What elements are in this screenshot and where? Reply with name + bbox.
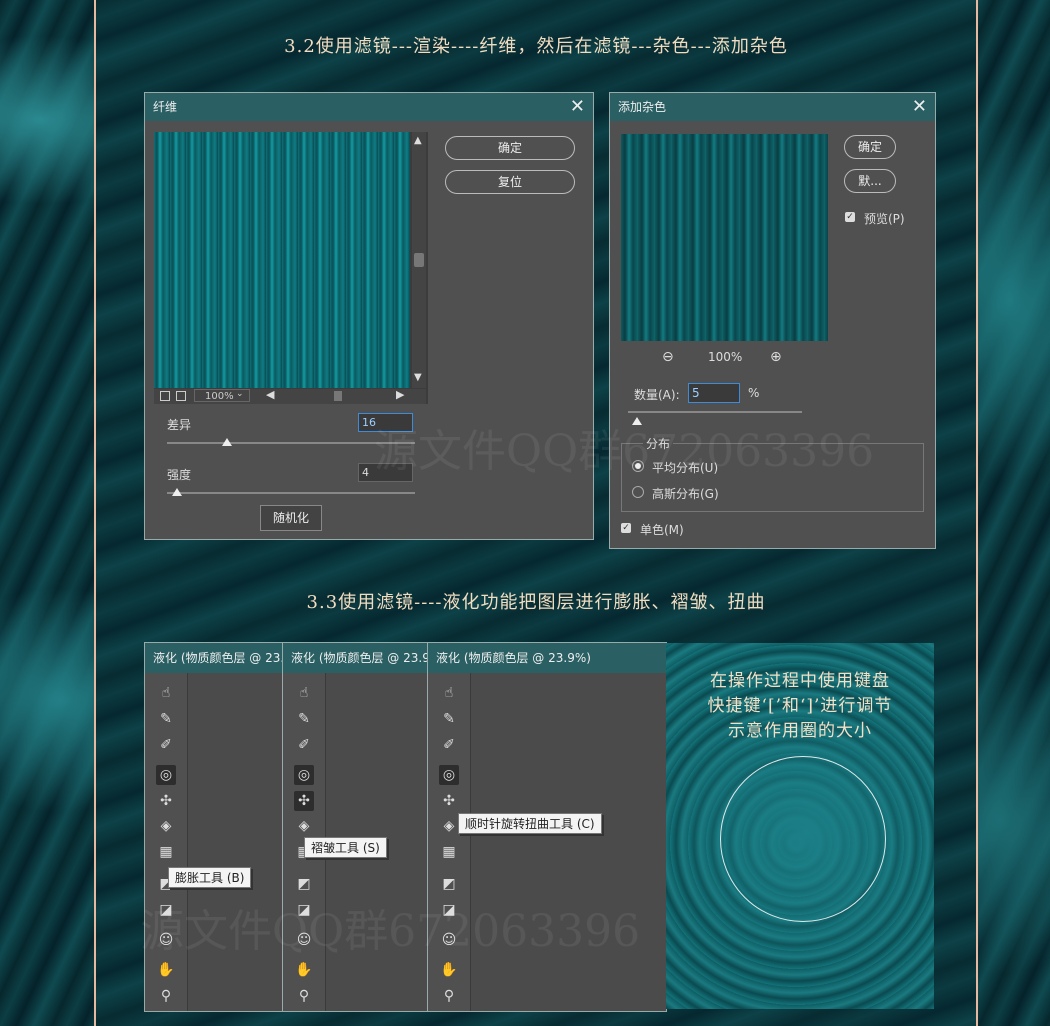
reconstruct-icon[interactable]: ✎: [439, 709, 459, 729]
percent-label: %: [748, 386, 760, 400]
chevron-down-icon[interactable]: ⌄: [236, 389, 244, 399]
hand-icon[interactable]: ✋: [439, 960, 459, 980]
close-icon[interactable]: ✕: [912, 93, 927, 121]
fiber-preview-image: [154, 132, 410, 388]
forward-warp-icon[interactable]: ☝: [439, 683, 459, 703]
variance-label: 差异: [167, 418, 192, 432]
bloat-icon[interactable]: ◈: [156, 816, 176, 836]
ok-button[interactable]: 确定: [844, 135, 896, 159]
pucker-icon[interactable]: ✣: [156, 791, 176, 811]
hand-icon[interactable]: ✋: [156, 960, 176, 980]
brush-size-note: 在操作过程中使用键盘 快捷键‘[’和‘]’进行调节 示意作用圈的大小: [666, 669, 934, 744]
note-line-1: 在操作过程中使用键盘: [710, 671, 890, 691]
default-button[interactable]: 默...: [844, 169, 896, 193]
reset-button[interactable]: 复位: [445, 170, 575, 194]
preview-vertical-scrollbar[interactable]: ▲ ▼: [412, 132, 426, 388]
noise-zoom-level: 100%: [708, 350, 743, 364]
liquify-title-1: 液化 (物质颜色层 @ 23.: [145, 643, 282, 673]
bloat-tool-tooltip: 膨胀工具 (B): [168, 867, 252, 888]
pucker-icon[interactable]: ✣: [294, 791, 314, 811]
horizontal-scroll-thumb[interactable]: [334, 391, 342, 401]
twirl-icon[interactable]: ◎: [294, 765, 314, 785]
brush-size-note-panel: 在操作过程中使用键盘 快捷键‘[’和‘]’进行调节 示意作用圈的大小: [666, 643, 934, 1009]
fiber-dialog-title: 纤维: [153, 100, 178, 114]
liquify-canvas-3[interactable]: [471, 673, 666, 1011]
amount-field[interactable]: 5: [688, 383, 740, 403]
randomize-button[interactable]: 随机化: [260, 505, 322, 531]
close-icon[interactable]: ✕: [570, 93, 585, 121]
amount-slider[interactable]: [628, 411, 802, 413]
scroll-left-icon[interactable]: ◀: [266, 388, 274, 401]
monochromatic-checkbox[interactable]: ✓: [621, 523, 631, 533]
bloat-icon[interactable]: ◈: [294, 816, 314, 836]
twirl-icon[interactable]: ◎: [156, 765, 176, 785]
section-heading-liquify: 3.3使用滤镜----液化功能把图层进行膨胀、褶皱、扭曲: [306, 592, 766, 613]
ok-button[interactable]: 确定: [445, 136, 575, 160]
strength-slider-thumb[interactable]: [172, 488, 182, 496]
monochromatic-label: 单色(M): [640, 523, 684, 537]
fit-icon[interactable]: [160, 391, 170, 401]
forward-warp-icon[interactable]: ☝: [156, 683, 176, 703]
smooth-icon[interactable]: ✐: [156, 735, 176, 755]
push-left-icon[interactable]: ▦: [156, 842, 176, 862]
preview-bottom-bar: 100% ⌄ ◀ ▶: [154, 388, 426, 404]
pucker-tool-tooltip: 褶皱工具 (S): [304, 837, 387, 858]
strength-slider[interactable]: [167, 492, 415, 494]
watermark-2: 源文件QQ群672063396: [140, 906, 641, 957]
reconstruct-icon[interactable]: ✎: [294, 709, 314, 729]
add-noise-dialog: 添加杂色 ✕ ⊖ 100% ⊕ 确定 默... ✓ 预览(P) 数量(A): 5…: [609, 92, 936, 549]
hand-icon[interactable]: ✋: [294, 960, 314, 980]
add-noise-titlebar: 添加杂色 ✕: [610, 93, 935, 121]
variance-slider-thumb[interactable]: [222, 438, 232, 446]
freeze-mask-icon[interactable]: ◩: [294, 874, 314, 894]
liquify-toolbar-1: ☝ ✎ ✐ ◎ ✣ ◈ ▦ ◩ ◪ ☺ ✋ ⚲: [145, 673, 188, 1011]
zoom-icon[interactable]: ⚲: [294, 986, 314, 1006]
scroll-right-icon[interactable]: ▶: [396, 388, 404, 401]
noise-preview-image: [621, 134, 828, 341]
push-left-icon[interactable]: ▦: [439, 842, 459, 862]
freeze-mask-icon[interactable]: ◩: [439, 874, 459, 894]
scroll-thumb[interactable]: [414, 253, 424, 267]
zoom-icon[interactable]: ⚲: [156, 986, 176, 1006]
pucker-icon[interactable]: ✣: [439, 791, 459, 811]
zoom-in-icon[interactable]: ⊕: [770, 349, 782, 365]
scroll-up-icon[interactable]: ▲: [414, 135, 422, 146]
gaussian-radio[interactable]: [632, 486, 644, 498]
watermark-1: 源文件QQ群672063396: [374, 426, 875, 477]
liquify-toolbar-3: ☝ ✎ ✐ ◎ ✣ ◈ ▦ ◩ ◪ ☺ ✋ ⚲: [428, 673, 471, 1011]
note-line-3: 示意作用圈的大小: [728, 721, 872, 741]
note-line-2: 快捷键‘[’和‘]’进行调节: [707, 696, 893, 716]
add-noise-title: 添加杂色: [618, 100, 667, 114]
preview-checkbox[interactable]: ✓: [845, 212, 855, 222]
brush-circle: [720, 756, 886, 922]
smooth-icon[interactable]: ✐: [294, 735, 314, 755]
fiber-dialog-titlebar: 纤维 ✕: [145, 93, 593, 121]
forward-warp-icon[interactable]: ☝: [294, 683, 314, 703]
reconstruct-icon[interactable]: ✎: [156, 709, 176, 729]
zoom-out-icon[interactable]: ⊖: [662, 349, 674, 365]
bloat-icon[interactable]: ◈: [439, 816, 459, 836]
section-heading-fiber: 3.2使用滤镜---渲染----纤维，然后在滤镜---杂色---添加杂色: [284, 36, 788, 57]
scroll-down-icon[interactable]: ▼: [414, 372, 422, 383]
amount-label: 数量(A):: [634, 388, 680, 402]
gaussian-label: 高斯分布(G): [652, 487, 719, 501]
twirl-tool-tooltip: 顺时针旋转扭曲工具 (C): [458, 813, 602, 834]
actual-size-icon[interactable]: [176, 391, 186, 401]
smooth-icon[interactable]: ✐: [439, 735, 459, 755]
strength-label: 强度: [167, 468, 192, 482]
liquify-title-3: 液化 (物质颜色层 @ 23.9%): [428, 643, 666, 673]
zoom-icon[interactable]: ⚲: [439, 986, 459, 1006]
liquify-canvas-1[interactable]: [188, 673, 282, 1011]
preview-label: 预览(P): [864, 212, 905, 226]
twirl-icon[interactable]: ◎: [439, 765, 459, 785]
liquify-title-2: 液化 (物质颜色层 @ 23.9: [283, 643, 427, 673]
fiber-preview-frame: ▲ ▼ 100% ⌄ ◀ ▶: [154, 132, 428, 404]
